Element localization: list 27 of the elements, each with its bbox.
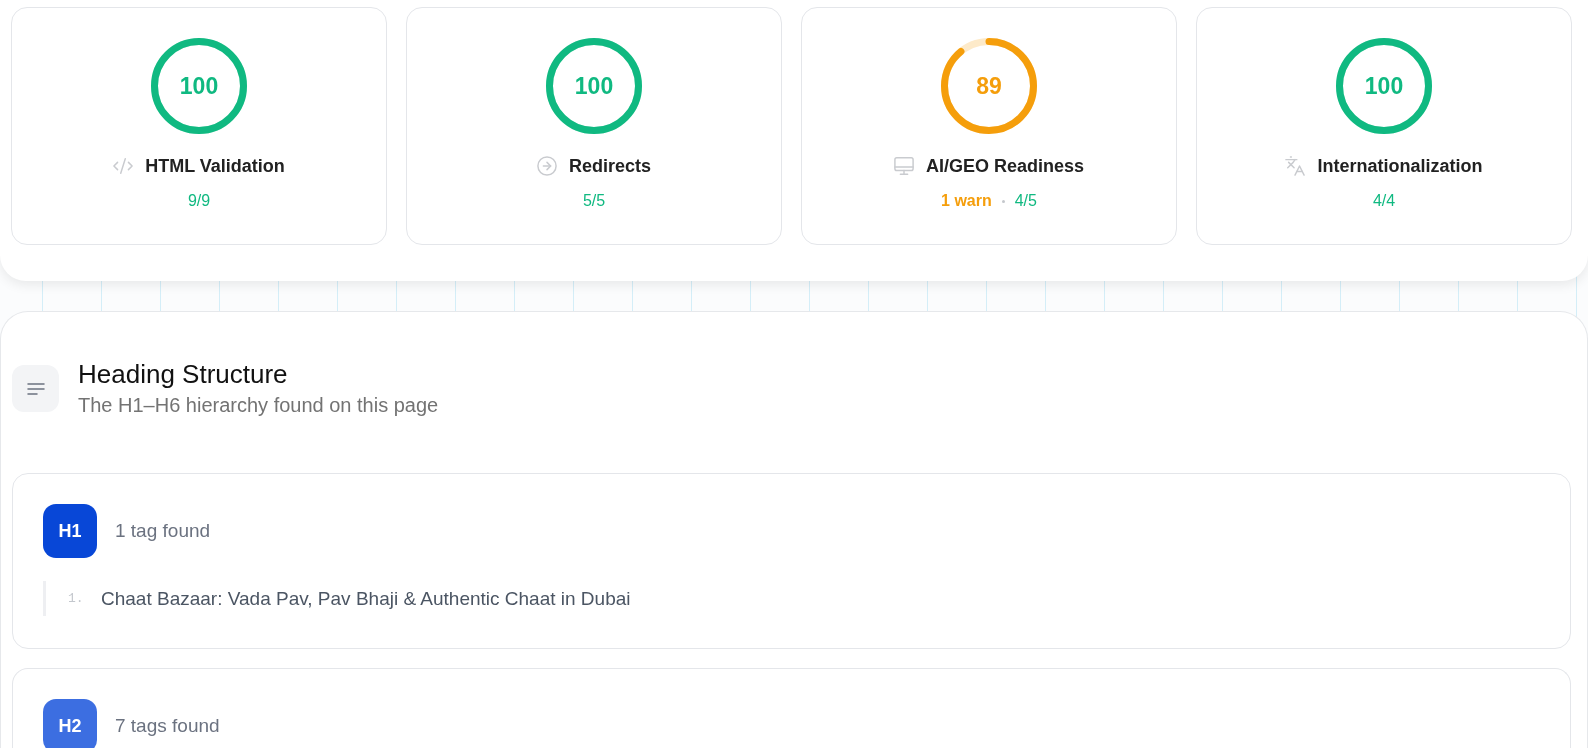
pass-count: 4/4 bbox=[1372, 191, 1396, 211]
score-value: 100 bbox=[1364, 72, 1404, 100]
score-value: 89 bbox=[976, 72, 1002, 100]
heading-level-badge: H2 bbox=[43, 699, 97, 748]
card-title: Internationalization bbox=[1317, 155, 1483, 178]
pass-count: 4/5 bbox=[1014, 191, 1037, 211]
pass-count: 5/5 bbox=[582, 191, 606, 211]
card-title: HTML Validation bbox=[145, 155, 285, 178]
score-value: 100 bbox=[179, 72, 219, 100]
pass-count: 9/9 bbox=[187, 191, 211, 211]
arrow-circle-icon bbox=[536, 156, 557, 176]
heading-level-badge: H1 bbox=[43, 504, 97, 558]
card-title: AI/GEO Readiness bbox=[925, 155, 1085, 178]
section-title: Heading Structure bbox=[78, 359, 289, 389]
card-title: Redirects bbox=[568, 155, 651, 178]
tag-count: 7 tags found bbox=[115, 714, 220, 738]
tag-count: 1 tag found bbox=[115, 519, 211, 543]
warning-count: 1 warn bbox=[941, 191, 992, 211]
section-subtitle: The H1–H6 hierarchy found on this page bbox=[78, 393, 439, 418]
separator-dot-icon bbox=[1001, 199, 1005, 203]
text-lines-icon bbox=[12, 365, 59, 412]
list-number: 1. bbox=[68, 591, 85, 606]
translate-icon bbox=[1285, 156, 1306, 176]
score-value: 100 bbox=[574, 72, 614, 100]
monitor-icon bbox=[893, 156, 914, 176]
heading-text: Chaat Bazaar: Vada Pav, Pav Bhaji & Authentic Chaat in Dubai bbox=[101, 586, 631, 611]
code-icon bbox=[113, 156, 134, 176]
